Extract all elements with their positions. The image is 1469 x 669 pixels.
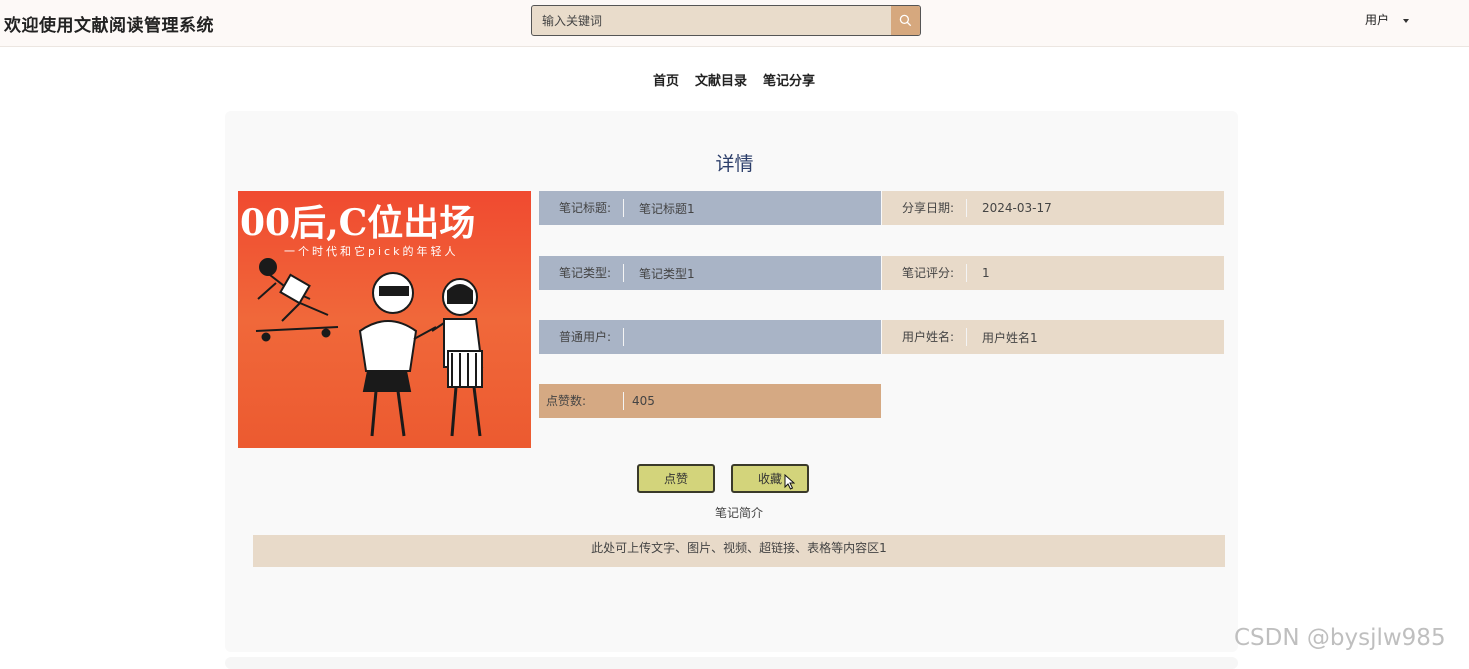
field-label: 普通用户: [539, 328, 624, 346]
main-nav: 首页 文献目录 笔记分享 [653, 70, 815, 89]
field-label: 用户姓名: [882, 328, 967, 346]
nav-item-literature-catalog[interactable]: 文献目录 [695, 70, 747, 89]
field-label: 点赞数: [539, 392, 624, 410]
cover-title: 00后,C位出场 [240, 202, 475, 244]
field-note-type: 笔记类型: 笔记类型1 [539, 256, 881, 290]
watermark: CSDN @bysjlw985 [1234, 625, 1446, 651]
user-menu-label: 用户 [1365, 13, 1390, 27]
user-menu[interactable]: 用户 [1365, 11, 1410, 28]
intro-content: 此处可上传文字、图片、视频、超链接、表格等内容区1 [253, 535, 1225, 567]
favorite-button[interactable]: 收藏 [731, 464, 809, 493]
intro-label: 笔记简介 [714, 506, 763, 520]
field-value: 2024-03-17 [982, 201, 1052, 215]
field-note-rating: 笔记评分: 1 [882, 256, 1224, 290]
search-icon [899, 14, 912, 27]
nav-item-note-sharing[interactable]: 笔记分享 [763, 70, 815, 89]
search-input[interactable] [532, 6, 892, 35]
panel-footer-edge [225, 657, 1238, 669]
field-regular-user: 普通用户: [539, 320, 881, 354]
field-share-date: 分享日期: 2024-03-17 [882, 191, 1224, 225]
search-box [531, 5, 921, 36]
field-user-name: 用户姓名: 用户姓名1 [882, 320, 1224, 354]
field-value: 笔记类型1 [639, 266, 695, 281]
field-value: 1 [982, 266, 990, 280]
field-value: 笔记标题1 [639, 201, 695, 216]
search-button[interactable] [891, 6, 920, 35]
cover-image: 00后,C位出场 一个时代和它pick的年轻人 [238, 191, 531, 448]
field-value: 用户姓名1 [982, 330, 1038, 345]
site-title: 欢迎使用文献阅读管理系统 [4, 16, 214, 36]
field-value: 405 [632, 394, 655, 408]
field-label: 分享日期: [882, 199, 967, 217]
field-label: 笔记类型: [539, 264, 624, 282]
field-label: 笔记标题: [539, 199, 624, 217]
field-like-count: 点赞数: 405 [539, 384, 881, 418]
field-note-title: 笔记标题: 笔记标题1 [539, 191, 881, 225]
favorite-button-label: 收藏 [757, 472, 782, 486]
cursor-icon [784, 474, 795, 490]
cover-illustration: 00后,C位出场 一个时代和它pick的年轻人 [240, 202, 484, 437]
chevron-down-icon [1403, 18, 1410, 23]
page-title: 详情 [715, 153, 754, 175]
field-label: 笔记评分: [882, 264, 967, 282]
top-bar: 欢迎使用文献阅读管理系统 用户 [0, 0, 1469, 47]
cover-subtitle: 一个时代和它pick的年轻人 [284, 244, 458, 258]
nav-item-home[interactable]: 首页 [653, 70, 679, 89]
like-button[interactable]: 点赞 [637, 464, 715, 493]
